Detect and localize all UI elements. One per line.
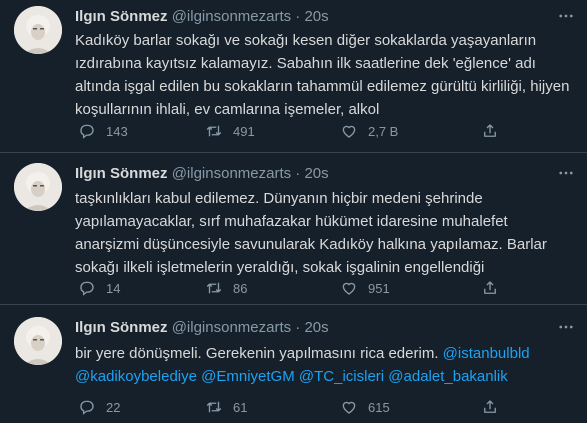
retweet-icon bbox=[206, 282, 222, 294]
timestamp[interactable]: 20s bbox=[304, 8, 328, 25]
tweet-header: Ilgın Sönmez @ilginsonmezarts · 20s bbox=[75, 7, 329, 27]
tweet-actions: 14 86 951 bbox=[75, 278, 575, 298]
heart-icon bbox=[342, 282, 356, 295]
tweet-3[interactable]: Ilgın Sönmez @ilginsonmezarts · 20s bir … bbox=[0, 305, 587, 423]
separator-dot: · bbox=[295, 165, 301, 182]
mention-link[interactable]: @adalet_bakanlik bbox=[388, 368, 507, 385]
reply-button[interactable]: 22 bbox=[78, 397, 120, 417]
like-count: 2,7 B bbox=[368, 123, 399, 139]
retweet-icon bbox=[206, 401, 222, 413]
like-count: 951 bbox=[368, 280, 390, 296]
author-handle[interactable]: @ilginsonmezarts bbox=[172, 8, 291, 25]
tweet-2[interactable]: Ilgın Sönmez @ilginsonmezarts · 20s taşk… bbox=[0, 153, 587, 303]
tweet-text-plain: bir yere dönüşmeli. Gerekenin yapılmasın… bbox=[75, 345, 439, 362]
like-button[interactable]: 615 bbox=[340, 397, 390, 417]
timestamp[interactable]: 20s bbox=[304, 165, 328, 182]
retweet-count: 61 bbox=[233, 399, 248, 415]
tweet-text: bir yere dönüşmeli. Gerekenin yapılmasın… bbox=[75, 342, 575, 388]
heart-icon bbox=[342, 125, 356, 138]
tweet-actions: 143 491 2,7 B bbox=[75, 121, 575, 141]
heart-icon bbox=[342, 401, 356, 414]
like-count: 615 bbox=[368, 399, 390, 415]
retweet-button[interactable]: 61 bbox=[205, 397, 247, 417]
share-button[interactable] bbox=[481, 121, 499, 141]
tweet-actions: 22 61 615 bbox=[75, 397, 575, 417]
tweet-1[interactable]: Ilgın Sönmez @ilginsonmezarts · 20s Kadı… bbox=[0, 0, 587, 152]
share-icon bbox=[484, 400, 496, 413]
share-button[interactable] bbox=[481, 278, 499, 298]
mention-link[interactable]: @EmniyetGM bbox=[201, 368, 295, 385]
share-icon bbox=[484, 124, 496, 137]
timestamp[interactable]: 20s bbox=[304, 319, 328, 336]
reply-count: 143 bbox=[106, 123, 128, 139]
tweet-header: Ilgın Sönmez @ilginsonmezarts · 20s bbox=[75, 164, 329, 184]
mention-link[interactable]: @kadikoybelediye bbox=[75, 368, 197, 385]
author-name[interactable]: Ilgın Sönmez bbox=[75, 319, 168, 336]
author-name[interactable]: Ilgın Sönmez bbox=[75, 165, 168, 182]
retweet-icon bbox=[206, 125, 222, 137]
reply-icon bbox=[80, 124, 94, 139]
reply-icon bbox=[80, 400, 94, 415]
author-handle[interactable]: @ilginsonmezarts bbox=[172, 319, 291, 336]
reply-button[interactable]: 143 bbox=[78, 121, 128, 141]
retweet-count: 491 bbox=[233, 123, 255, 139]
tweet-text: taşkınlıkları kabul edilemez. Dünyanın h… bbox=[75, 190, 547, 276]
like-button[interactable]: 2,7 B bbox=[340, 121, 398, 141]
separator-dot: · bbox=[295, 8, 301, 25]
tweet-header: Ilgın Sönmez @ilginsonmezarts · 20s bbox=[75, 318, 329, 338]
share-icon bbox=[484, 281, 496, 294]
retweet-button[interactable]: 86 bbox=[205, 278, 247, 298]
reply-button[interactable]: 14 bbox=[78, 278, 120, 298]
avatar[interactable] bbox=[14, 163, 62, 211]
reply-count: 22 bbox=[106, 399, 121, 415]
share-button[interactable] bbox=[481, 397, 499, 417]
mention-link[interactable]: @TC_icisleri bbox=[299, 368, 384, 385]
reply-icon bbox=[80, 281, 94, 296]
reply-count: 14 bbox=[106, 280, 121, 296]
more-horizontal-icon[interactable] bbox=[557, 318, 575, 336]
retweet-button[interactable]: 491 bbox=[205, 121, 255, 141]
mention-link[interactable]: @istanbulbld bbox=[443, 345, 530, 362]
retweet-count: 86 bbox=[233, 280, 248, 296]
tweet-text: Kadıköy barlar sokağı ve sokağı kesen di… bbox=[75, 32, 570, 118]
avatar[interactable] bbox=[14, 6, 62, 54]
author-handle[interactable]: @ilginsonmezarts bbox=[172, 165, 291, 182]
more-horizontal-icon[interactable] bbox=[557, 7, 575, 25]
avatar[interactable] bbox=[14, 317, 62, 365]
more-horizontal-icon[interactable] bbox=[557, 164, 575, 182]
separator-dot: · bbox=[295, 319, 301, 336]
author-name[interactable]: Ilgın Sönmez bbox=[75, 8, 168, 25]
like-button[interactable]: 951 bbox=[340, 278, 390, 298]
